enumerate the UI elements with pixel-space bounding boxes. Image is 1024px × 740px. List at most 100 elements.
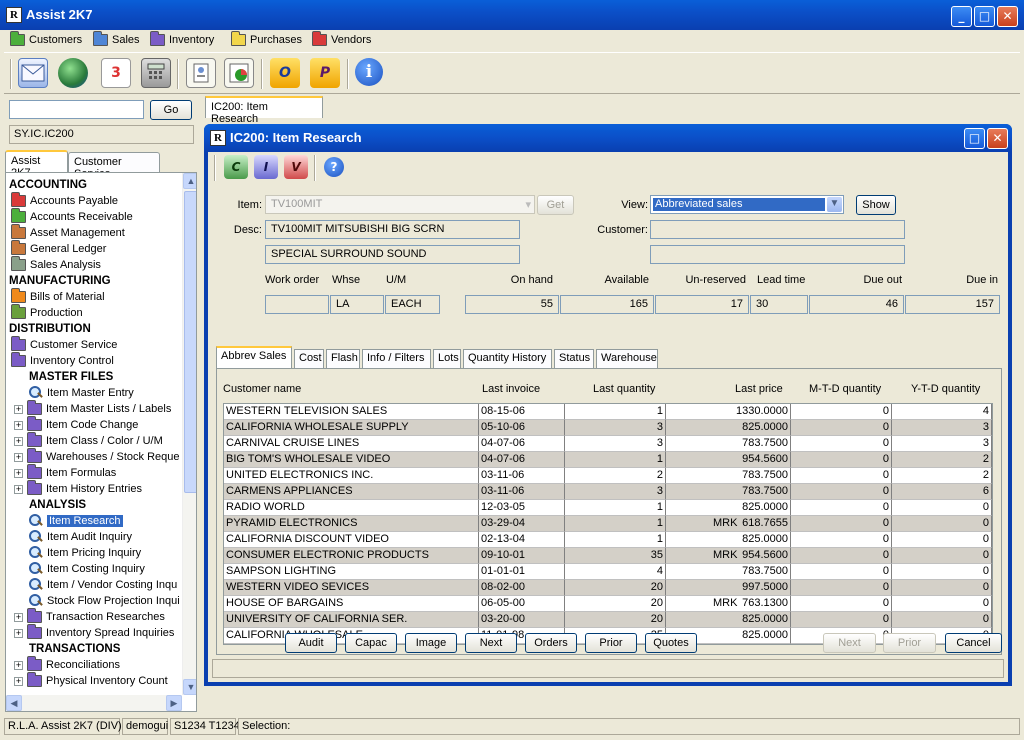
mail-icon[interactable] — [18, 58, 48, 88]
minimize-button[interactable]: _ — [951, 6, 972, 27]
help-icon[interactable]: ? — [324, 157, 344, 177]
tree-item-accounts-payable[interactable]: Accounts Payable — [11, 192, 118, 209]
expand-icon[interactable]: + — [14, 404, 23, 414]
tab-quantity-history[interactable]: Quantity History — [463, 349, 552, 368]
expand-icon[interactable]: + — [14, 452, 23, 462]
table-row[interactable]: WESTERN TELEVISION SALES 08-15-06 1 1330.00… — [224, 404, 992, 420]
table-row[interactable]: CARMENS APPLIANCES 03-11-06 3 783.7500 0 6 — [224, 484, 992, 500]
menu-purchases[interactable]: Purchases — [231, 31, 302, 48]
maximize-button[interactable]: □ — [974, 6, 995, 27]
tab-flash[interactable]: Flash — [326, 349, 360, 368]
expand-icon[interactable]: + — [14, 436, 23, 446]
tree-item-item-research[interactable]: Item Research — [28, 513, 123, 529]
get-button[interactable]: Get — [537, 195, 574, 215]
expand-icon[interactable]: + — [14, 628, 23, 638]
tree-item-item-vendor-costing-inqu[interactable]: Item / Vendor Costing Inqu — [28, 577, 177, 593]
chevron-down-icon[interactable]: ▼ — [827, 197, 842, 212]
scroll-up-button[interactable]: ▲ — [183, 173, 196, 189]
scroll-down-button[interactable]: ▼ — [183, 679, 196, 695]
tree-item-item-master-lists-labels[interactable]: + Item Master Lists / Labels — [14, 400, 171, 417]
tree-item-transaction-researches[interactable]: + Transaction Researches — [14, 608, 165, 625]
spreadsheet-icon[interactable] — [224, 58, 254, 88]
show-button[interactable]: Show — [856, 195, 896, 215]
tree-item-item-formulas[interactable]: + Item Formulas — [14, 464, 116, 481]
maximize-button[interactable]: □ — [964, 128, 985, 149]
item-field[interactable]: TV100MIT ▾ — [265, 195, 535, 214]
tab-assist-2k7[interactable]: Assist 2K7 — [5, 150, 68, 179]
tab-cost[interactable]: Cost — [294, 349, 324, 368]
tree-item-accounts-receivable[interactable]: Accounts Receivable — [11, 208, 133, 225]
tree-item-item-code-change[interactable]: + Item Code Change — [14, 416, 138, 433]
audit-button[interactable]: Audit — [285, 633, 337, 653]
outlook-icon[interactable]: O — [270, 58, 300, 88]
menu-sales[interactable]: Sales — [93, 31, 140, 48]
tree-item-customer-service[interactable]: Customer Service — [11, 336, 117, 353]
scroll-right-button[interactable]: ▶ — [166, 695, 182, 711]
tree-item-stock-flow-projection-inqui[interactable]: Stock Flow Projection Inqui — [28, 593, 180, 609]
tree-item-general-ledger[interactable]: General Ledger — [11, 240, 106, 257]
table-row[interactable]: HOUSE OF BARGAINS 06-05-00 20 763.1300 MRK 0 0 — [224, 596, 992, 612]
go-button[interactable]: Go — [150, 100, 192, 120]
expand-icon[interactable]: + — [14, 468, 23, 478]
tree-horizontal-scrollbar[interactable]: ◀ ▶ — [6, 695, 182, 711]
quick-search-input[interactable] — [9, 100, 144, 119]
nav-next-button[interactable]: Next — [823, 633, 876, 653]
v-icon[interactable]: V — [284, 155, 308, 179]
c-icon[interactable]: C — [224, 155, 248, 179]
calculator-icon[interactable] — [141, 58, 171, 88]
prior-button[interactable]: Prior — [585, 633, 637, 653]
tree-item-inventory-spread-inquiries[interactable]: + Inventory Spread Inquiries — [14, 624, 174, 641]
tree-item-item-pricing-inquiry[interactable]: Item Pricing Inquiry — [28, 545, 141, 561]
orders-button[interactable]: Orders — [525, 633, 577, 653]
tab-item-research[interactable]: IC200: Item Research — [205, 96, 323, 125]
expand-icon[interactable]: + — [14, 484, 23, 494]
publisher-icon[interactable]: P — [310, 58, 340, 88]
tree-item-bills-of-material[interactable]: Bills of Material — [11, 288, 105, 305]
expand-icon[interactable]: + — [14, 612, 23, 622]
tree-item-asset-management[interactable]: Asset Management — [11, 224, 125, 241]
scroll-thumb[interactable] — [184, 191, 196, 493]
tab-customer-service[interactable]: Customer Service — [68, 152, 160, 180]
nav-prior-button[interactable]: Prior — [883, 633, 936, 653]
tab-warehouse[interactable]: Warehouse — [596, 349, 658, 368]
quotes-button[interactable]: Quotes — [645, 633, 697, 653]
table-row[interactable]: SAMPSON LIGHTING 01-01-01 4 783.7500 0 0 — [224, 564, 992, 580]
tree-item-warehouses-stock-reque[interactable]: + Warehouses / Stock Reque — [14, 448, 180, 465]
tree-item-inventory-control[interactable]: Inventory Control — [11, 352, 114, 369]
tree-item-item-class-color-u-m[interactable]: + Item Class / Color / U/M — [14, 432, 163, 449]
tab-lots[interactable]: Lots — [433, 349, 461, 368]
close-button[interactable]: ✕ — [997, 6, 1018, 27]
table-row[interactable]: CARNIVAL CRUISE LINES 04-07-06 3 783.7500 0 3 — [224, 436, 992, 452]
tree-item-sales-analysis[interactable]: Sales Analysis — [11, 256, 101, 273]
table-row[interactable]: BIG TOM'S WHOLESALE VIDEO 04-07-06 1 954.56… — [224, 452, 992, 468]
address-book-icon[interactable] — [186, 58, 216, 88]
close-button[interactable]: ✕ — [987, 128, 1008, 149]
tab-status[interactable]: Status — [554, 349, 594, 368]
tree-item-item-history-entries[interactable]: + Item History Entries — [14, 480, 142, 497]
table-row[interactable]: WESTERN VIDEO SEVICES 08-02-00 20 997.5000 0… — [224, 580, 992, 596]
expand-icon[interactable]: + — [14, 660, 23, 670]
tree-item-production[interactable]: Production — [11, 304, 83, 321]
tab-info-filters[interactable]: Info / Filters — [362, 349, 431, 368]
table-row[interactable]: UNITED ELECTRONICS INC. 03-11-06 2 783.7500… — [224, 468, 992, 484]
tree-vertical-scrollbar[interactable]: ▲ ▼ — [182, 173, 196, 695]
capac-button[interactable]: Capac — [345, 633, 397, 653]
table-row[interactable]: CONSUMER ELECTRONIC PRODUCTS 09-10-01 35 95… — [224, 548, 992, 564]
image-button[interactable]: Image — [405, 633, 457, 653]
menu-customers[interactable]: Customers — [10, 31, 82, 48]
globe-icon[interactable] — [58, 58, 88, 88]
tree-item-item-costing-inquiry[interactable]: Item Costing Inquiry — [28, 561, 145, 577]
table-row[interactable]: UNIVERSITY OF CALIFORNIA SER. 03-20-00 20 8… — [224, 612, 992, 628]
expand-icon[interactable]: + — [14, 420, 23, 430]
i-icon[interactable]: I — [254, 155, 278, 179]
table-row[interactable]: RADIO WORLD 12-03-05 1 825.0000 0 0 — [224, 500, 992, 516]
view-select[interactable]: Abbreviated sales ▼ — [650, 195, 844, 214]
calendar-icon[interactable]: 3 — [101, 58, 131, 88]
table-row[interactable]: CALIFORNIA DISCOUNT VIDEO 02-13-04 1 825.00… — [224, 532, 992, 548]
table-row[interactable]: CALIFORNIA WHOLESALE SUPPLY 05-10-06 3 825.… — [224, 420, 992, 436]
next-button[interactable]: Next — [465, 633, 517, 653]
tree-item-item-audit-inquiry[interactable]: Item Audit Inquiry — [28, 529, 132, 545]
tree-item-reconciliations[interactable]: + Reconciliations — [14, 656, 120, 673]
info-icon[interactable]: i — [355, 58, 383, 86]
customer-field[interactable] — [650, 220, 905, 239]
